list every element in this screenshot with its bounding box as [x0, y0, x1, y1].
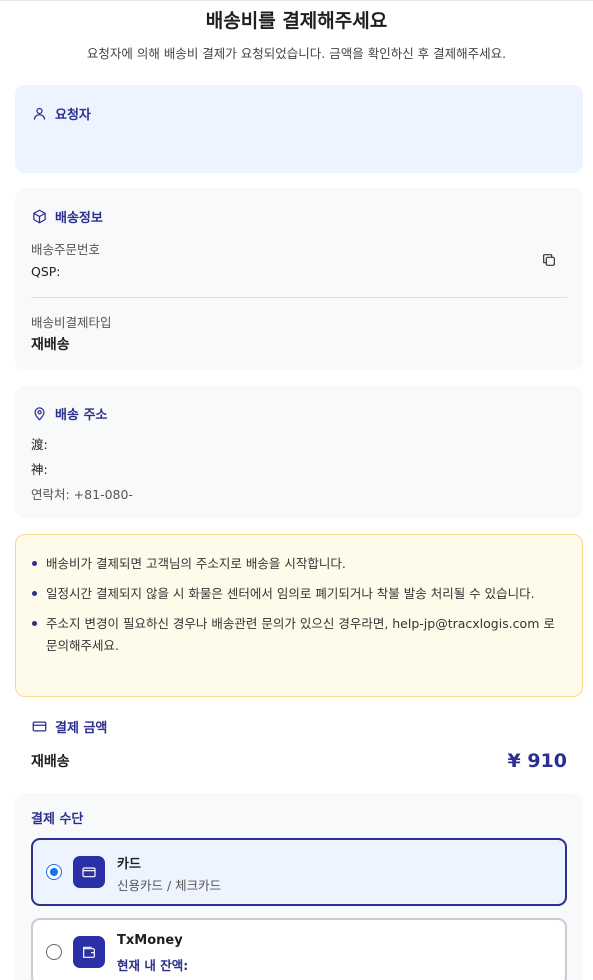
payment-method-heading: 결제 수단 — [31, 812, 84, 827]
notice-item: 배송비가 결제되면 고객님의 주소지로 배송을 시작합니다. — [32, 553, 562, 575]
payment-amount-card: 결제 금액 재배송 ¥ 910 — [15, 703, 583, 785]
payment-method-card: 결제 수단 카드 신용카드 / 체크카드 TxMoney 현재 내 잔액: — [15, 793, 583, 980]
txmoney-option-name: TxMoney — [117, 933, 183, 948]
requester-heading: 요청자 — [55, 108, 91, 123]
payment-amount-heading: 결제 금액 — [55, 721, 108, 736]
notice-list: 배송비가 결제되면 고객님의 주소지로 배송을 시작합니다. 일정시간 결제되지… — [32, 553, 562, 665]
shipping-info-heading: 배송정보 — [55, 211, 103, 226]
package-icon — [33, 209, 46, 224]
contact-number: 연락처: +81-080- — [31, 487, 133, 502]
address-header: 배송 주소 — [32, 404, 107, 423]
requester-header: 요청자 — [32, 104, 91, 123]
shipping-info-card: 배송정보 배송주문번호 QSP: 배송비결제타입 재배송 — [15, 188, 583, 370]
address-card: 배송 주소 渡: 神: 연락처: +81-080- — [15, 386, 583, 518]
notice-item: 주소지 변경이 필요하신 경우나 배송관련 문의가 있으신 경우라면, help… — [32, 613, 562, 657]
card-option-name: 카드 — [117, 857, 141, 872]
amount-total: ¥ 910 — [507, 750, 568, 772]
payment-type-value: 재배송 — [31, 337, 70, 353]
page-title: 배송비를 결제해주세요 — [205, 10, 388, 32]
notice-item: 일정시간 결제되지 않을 시 화물은 센터에서 임의로 폐기되거나 착불 발송 … — [32, 583, 562, 605]
map-pin-icon — [34, 407, 45, 421]
page-subtitle: 요청자에 의해 배송비 결제가 요청되었습니다. 금액을 확인하신 후 결제해주… — [86, 46, 507, 61]
payment-option-card[interactable]: 카드 신용카드 / 체크카드 — [31, 838, 567, 906]
card-icon — [73, 856, 105, 888]
order-number-label: 배송주문번호 — [31, 242, 101, 257]
txmoney-radio[interactable] — [46, 944, 62, 960]
requester-card: 요청자 — [15, 85, 583, 173]
address-line-2: 神: — [31, 462, 48, 477]
amount-row: 재배송 ¥ 910 — [31, 750, 567, 772]
credit-card-icon — [32, 721, 47, 732]
txmoney-option-desc: 현재 내 잔액: — [117, 958, 189, 973]
copy-icon — [543, 254, 555, 266]
wallet-icon — [73, 936, 105, 968]
card-radio[interactable] — [46, 864, 62, 880]
shipping-info-divider — [31, 297, 567, 298]
payment-option-txmoney[interactable]: TxMoney 현재 내 잔액: — [31, 918, 567, 980]
amount-type: 재배송 — [31, 754, 70, 770]
payment-type-label: 배송비결제타입 — [31, 315, 112, 330]
card-option-desc: 신용카드 / 체크카드 — [117, 878, 222, 893]
notice-box: 배송비가 결제되면 고객님의 주소지로 배송을 시작합니다. 일정시간 결제되지… — [15, 534, 583, 697]
top-divider — [0, 0, 593, 1]
order-number-value: QSP: — [31, 264, 61, 279]
user-icon — [33, 107, 46, 120]
address-line-1: 渡: — [31, 437, 48, 452]
shipping-info-header: 배송정보 — [32, 207, 103, 226]
address-heading: 배송 주소 — [55, 408, 108, 423]
payment-amount-header: 결제 금액 — [32, 717, 107, 736]
copy-order-number-button[interactable] — [541, 252, 559, 270]
